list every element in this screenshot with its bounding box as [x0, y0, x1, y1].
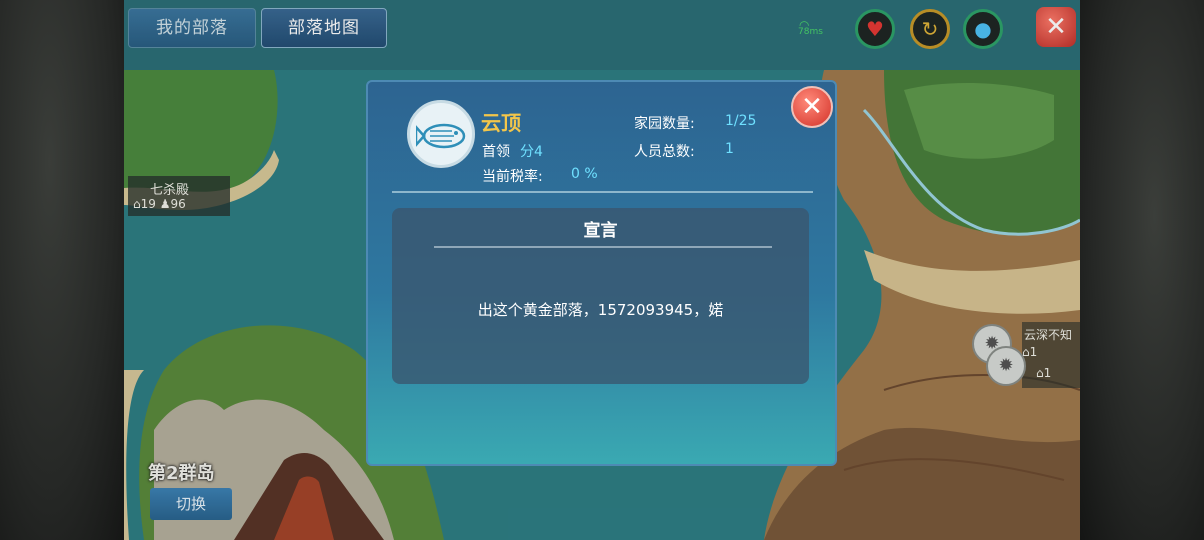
leader-label: 首领 — [482, 144, 510, 160]
tax-value: 0 % — [571, 166, 598, 182]
left-background — [0, 0, 124, 540]
fish-emblem-icon — [407, 100, 475, 168]
homes-value: 1/25 — [725, 113, 757, 129]
declaration-text: 出这个黄金部落，1572093945，婼 — [477, 301, 724, 319]
close-icon: ✕ — [801, 92, 823, 122]
right-background — [1080, 0, 1204, 540]
tribe-name: 云顶 — [481, 111, 521, 135]
declaration-divider — [434, 246, 772, 248]
members-value: 1 — [725, 141, 734, 157]
members-label: 人员总数: — [634, 144, 695, 160]
tax-label: 当前税率: — [482, 169, 543, 185]
dialog-close-button[interactable]: ✕ — [791, 86, 833, 128]
leader-value: 分4 — [520, 144, 543, 160]
homes-label: 家园数量: — [634, 116, 695, 132]
declaration-title: 宣言 — [583, 221, 618, 241]
divider — [392, 191, 813, 193]
